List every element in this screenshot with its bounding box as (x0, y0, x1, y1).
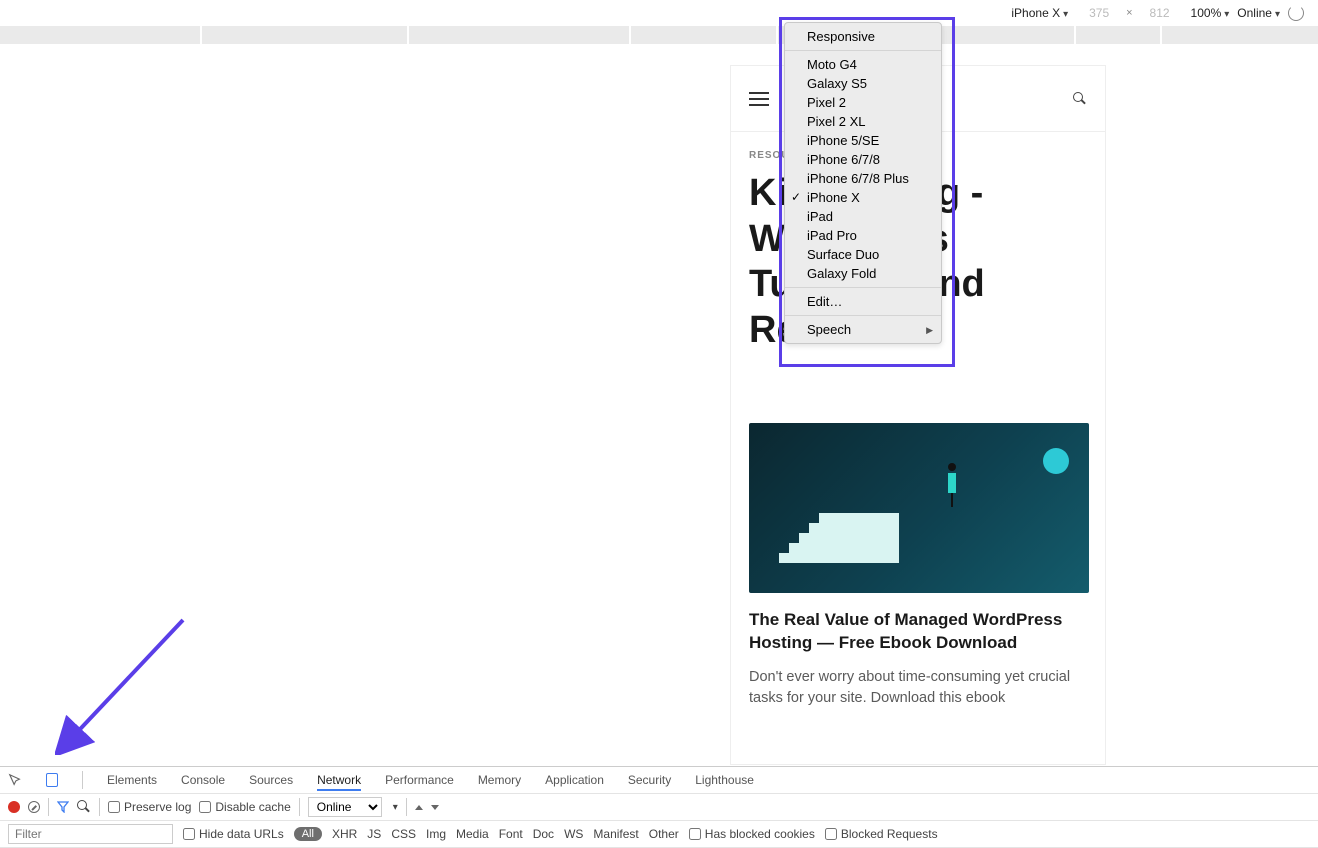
device-selector[interactable]: iPhone X (1011, 6, 1068, 20)
dropdown-item-device[interactable]: iPhone X (785, 188, 941, 207)
dropdown-item-device[interactable]: iPhone 6/7/8 (785, 150, 941, 169)
dropdown-item-device[interactable]: Moto G4 (785, 55, 941, 74)
network-toolbar: Preserve log Disable cache Online (0, 794, 1318, 821)
filter-type[interactable]: Media (456, 827, 489, 841)
dropdown-item-device[interactable]: Surface Duo (785, 245, 941, 264)
hamburger-icon[interactable] (749, 92, 769, 106)
rotate-icon[interactable] (1288, 5, 1304, 21)
dimensions-group: × (1076, 6, 1182, 20)
filter-type[interactable]: JS (367, 827, 381, 841)
dropdown-item-device[interactable]: Galaxy S5 (785, 74, 941, 93)
preserve-log-checkbox[interactable]: Preserve log (108, 800, 191, 814)
devtools-tab[interactable]: Console (181, 773, 225, 788)
filter-type[interactable]: CSS (391, 827, 416, 841)
width-input[interactable] (1076, 6, 1122, 20)
devtools-tab[interactable]: Lighthouse (695, 773, 754, 788)
dropdown-item-responsive[interactable]: Responsive (785, 27, 941, 46)
clear-icon[interactable] (28, 801, 40, 813)
dropdown-item-device[interactable]: iPad Pro (785, 226, 941, 245)
inspect-icon[interactable] (8, 773, 22, 787)
dimensions-x-icon: × (1126, 7, 1132, 19)
network-selector[interactable]: Online (1237, 6, 1280, 20)
filter-type[interactable]: Img (426, 827, 446, 841)
devtools-tab[interactable]: Network (317, 773, 361, 791)
dropdown-item-device[interactable]: iPhone 6/7/8 Plus (785, 169, 941, 188)
dropdown-item-edit[interactable]: Edit… (785, 292, 941, 311)
filter-type-all[interactable]: All (294, 827, 322, 841)
zoom-selector[interactable]: 100% (1191, 6, 1230, 20)
devtools-tab[interactable]: Elements (107, 773, 157, 788)
article-image[interactable] (749, 423, 1089, 593)
disable-cache-checkbox[interactable]: Disable cache (199, 800, 290, 814)
toggle-device-icon[interactable] (46, 773, 58, 787)
article-title[interactable]: The Real Value of Managed WordPress Host… (749, 609, 1087, 655)
filter-icon[interactable] (57, 801, 69, 813)
filter-type[interactable]: WS (564, 827, 583, 841)
devtools-tabs: Elements Console Sources Network Performance… (0, 767, 1318, 794)
device-dropdown: Responsive Moto G4Galaxy S5Pixel 2Pixel … (784, 22, 942, 344)
filter-type[interactable]: Manifest (593, 827, 638, 841)
download-icon[interactable] (431, 805, 439, 810)
device-toolbar: iPhone X × 100% Online (0, 0, 1318, 26)
blocked-requests-checkbox[interactable]: Blocked Requests (825, 827, 938, 841)
annotation-arrow (55, 615, 195, 755)
throttle-select[interactable]: Online (308, 797, 382, 817)
article-excerpt: Don't ever worry about time-consuming ye… (749, 667, 1087, 709)
record-icon[interactable] (8, 801, 20, 813)
devtools-tab[interactable]: Application (545, 773, 604, 788)
dropdown-item-device[interactable]: Galaxy Fold (785, 264, 941, 283)
has-blocked-cookies-checkbox[interactable]: Has blocked cookies (689, 827, 815, 841)
height-input[interactable] (1137, 6, 1183, 20)
devtools-tab[interactable]: Sources (249, 773, 293, 788)
network-filter-bar: Hide data URLs All XHR JS CSS Img Media Font D… (0, 821, 1318, 848)
filter-type[interactable]: Font (499, 827, 523, 841)
search-icon[interactable] (77, 800, 91, 814)
devtools-tab[interactable]: Performance (385, 773, 454, 788)
filter-type[interactable]: XHR (332, 827, 357, 841)
filter-input[interactable] (8, 824, 173, 844)
dropdown-item-device[interactable]: iPhone 5/SE (785, 131, 941, 150)
devtools-tab[interactable]: Security (628, 773, 671, 788)
devtools-tab[interactable]: Memory (478, 773, 521, 788)
filter-type[interactable]: Doc (533, 827, 554, 841)
filter-type[interactable]: Other (649, 827, 679, 841)
hide-data-urls-checkbox[interactable]: Hide data URLs (183, 827, 284, 841)
breakpoint-ruler (0, 26, 1318, 44)
dropdown-item-device[interactable]: iPad (785, 207, 941, 226)
dropdown-item-device[interactable]: Pixel 2 (785, 93, 941, 112)
devtools-panel: Elements Console Sources Network Performance… (0, 766, 1318, 848)
dropdown-item-device[interactable]: Pixel 2 XL (785, 112, 941, 131)
search-icon[interactable] (1073, 92, 1087, 106)
dropdown-item-speech[interactable]: Speech (785, 320, 941, 339)
upload-icon[interactable] (415, 805, 423, 810)
